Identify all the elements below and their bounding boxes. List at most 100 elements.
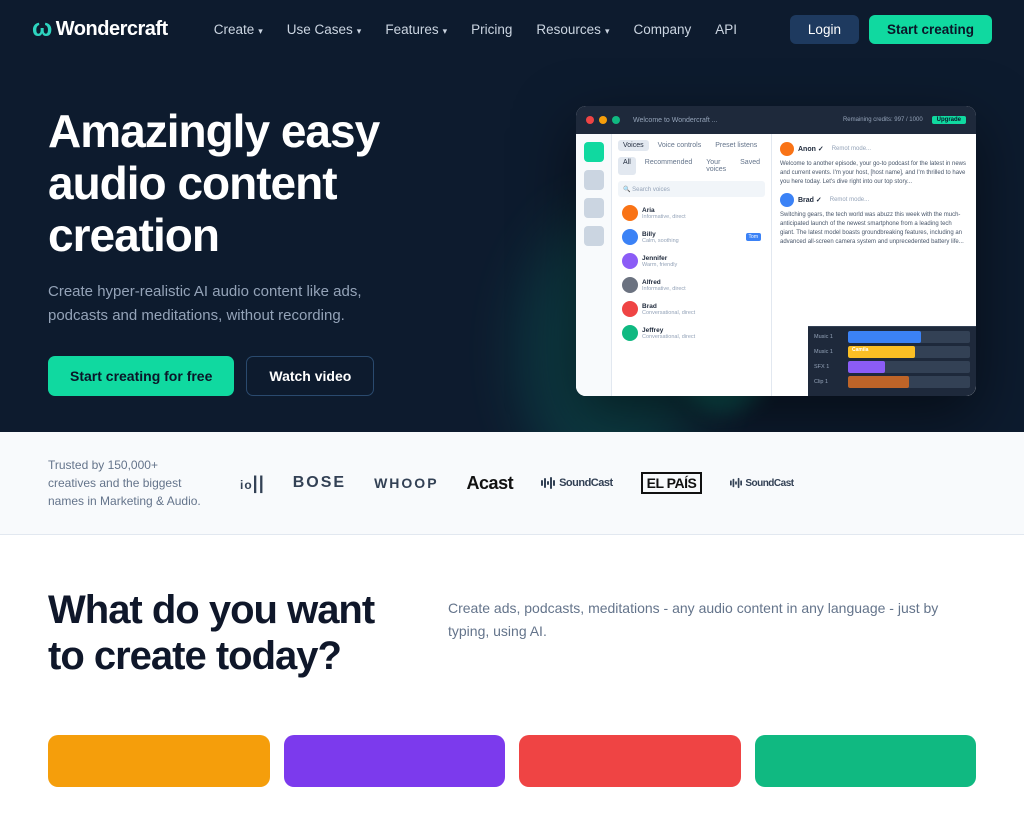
hero-subtitle: Create hyper-realistic AI audio content … (48, 280, 388, 328)
what-left: What do you want to create today? (48, 587, 388, 699)
card-purple[interactable] (284, 735, 506, 787)
search-placeholder-text: 🔍 Search voices (623, 186, 670, 193)
track-label-3: SFX 1 (814, 364, 844, 370)
timeline-track-4: Clip 1 (814, 376, 970, 388)
cards-row (0, 735, 1024, 819)
sub-tab-recommended[interactable]: Recommended (640, 157, 697, 175)
nav-item-create[interactable]: Create (204, 16, 273, 43)
upgrade-badge[interactable]: Upgrade (932, 116, 966, 124)
sub-tab-your-voices[interactable]: Your voices (701, 157, 731, 175)
mockup-body: Voices Voice controls Preset listens All… (576, 134, 976, 396)
voice-row-brad[interactable]: Brad Conversational, direct (618, 298, 765, 320)
voice-row-alfred[interactable]: Alfred Informative, direct (618, 274, 765, 296)
start-creating-free-button[interactable]: Start creating for free (48, 356, 234, 396)
speaker-avatar-2 (780, 193, 794, 207)
timeline-track-1: Music 1 (814, 331, 970, 343)
mockup-welcome-text: Welcome to another episode, your go-to p… (780, 160, 968, 187)
timeline-name-camila: Camila (852, 347, 868, 353)
track-bar-3[interactable] (848, 361, 970, 373)
voice-info-billy: Billy Calm, soothing (642, 231, 742, 244)
trusted-logos: io|| BOSE WHOOP Acast SoundCast EL PAÍS … (240, 472, 976, 494)
nav-item-usecases[interactable]: Use Cases (277, 16, 372, 43)
brand-name: Wondercraft (56, 18, 168, 41)
card-green[interactable] (755, 735, 977, 787)
record-mode-label-2: Remot mode... (830, 197, 869, 203)
nav-item-features[interactable]: Features (375, 16, 457, 43)
voice-tag-billy: Calm, soothing (642, 238, 742, 244)
login-button[interactable]: Login (790, 15, 859, 44)
mockup-sub-tabs: All Recommended Your voices Saved (618, 157, 765, 175)
voice-name-jeffrey: Jeffrey (642, 327, 761, 334)
card-yellow[interactable] (48, 735, 270, 787)
voice-row-jeffrey[interactable]: Jeffrey Conversational, direct (618, 322, 765, 344)
voice-row-billy[interactable]: Billy Calm, soothing Tom (618, 226, 765, 248)
mockup-search-input[interactable]: 🔍 Search voices (618, 181, 765, 197)
start-creating-button[interactable]: Start creating (869, 15, 992, 44)
logo-whoop: WHOOP (374, 475, 438, 491)
voice-tag-jennifer: Warm, friendly (642, 262, 761, 268)
mockup-title: Welcome to Wondercraft ... (633, 117, 718, 124)
logo-soundcast: SoundCast (541, 476, 613, 490)
voice-info-alfred: Alfred Informative, direct (642, 279, 761, 292)
speaker-name: Anon ✓ (798, 145, 824, 153)
sidebar-icon-3[interactable] (584, 198, 604, 218)
nav-links: Create Use Cases Features Pricing Resour… (204, 16, 790, 43)
sidebar-icon-4[interactable] (584, 226, 604, 246)
chevron-down-icon (357, 22, 362, 37)
timeline-track-3: SFX 1 (814, 361, 970, 373)
timeline-tracks: Music 1 Music 1 Camila (808, 327, 976, 395)
window-minimize-dot (599, 116, 607, 124)
what-title: What do you want to create today? (48, 587, 388, 679)
chevron-down-icon (258, 22, 263, 37)
logo-bose: BOSE (293, 474, 346, 492)
nav-item-resources[interactable]: Resources (526, 16, 619, 43)
sub-tab-saved[interactable]: Saved (735, 157, 765, 175)
speaker-header: Anon ✓ Remot mode... (780, 142, 968, 156)
card-red[interactable] (519, 735, 741, 787)
hero-title: Amazingly easy audio content creation (48, 106, 508, 262)
mockup-timeline: Music 1 Music 1 Camila (808, 326, 976, 396)
nav-item-api[interactable]: API (705, 16, 747, 43)
speaker-avatar (780, 142, 794, 156)
voice-name-jennifer: Jennifer (642, 255, 761, 262)
voice-info-brad: Brad Conversational, direct (642, 303, 761, 316)
speaker-header-2: Brad ✓ Remot mode... (780, 193, 968, 207)
mockup-topbar: Welcome to Wondercraft ... Remaining cre… (576, 106, 976, 134)
navbar: ω Wondercraft Create Use Cases Features … (0, 0, 1024, 58)
chevron-down-icon (443, 22, 448, 37)
tab-voice-controls[interactable]: Voice controls (653, 140, 707, 151)
voice-info-aria: Aria Informative, direct (642, 207, 761, 220)
avatar-alfred (622, 277, 638, 293)
track-label-4: Clip 1 (814, 379, 844, 385)
track-label-2: Music 1 (814, 349, 844, 355)
sub-tab-all[interactable]: All (618, 157, 636, 175)
logo-ion: io|| (240, 474, 265, 492)
voice-name-brad: Brad (642, 303, 761, 310)
track-bar-4[interactable] (848, 376, 970, 388)
timeline-track-2: Music 1 Camila (814, 346, 970, 358)
voice-row-jennifer[interactable]: Jennifer Warm, friendly (618, 250, 765, 272)
voice-tag-aria: Informative, direct (642, 214, 761, 220)
nav-item-company[interactable]: Company (623, 16, 701, 43)
sidebar-icon-2[interactable] (584, 170, 604, 190)
nav-item-pricing[interactable]: Pricing (461, 16, 522, 43)
trusted-text: Trusted by 150,000+ creatives and the bi… (48, 456, 208, 510)
hero-buttons: Start creating for free Watch video (48, 356, 508, 396)
sidebar-voices-icon[interactable] (584, 142, 604, 162)
mockup-content-text: Switching gears, the tech world was abuz… (780, 211, 968, 247)
app-mockup: Welcome to Wondercraft ... Remaining cre… (576, 106, 976, 396)
voice-row-aria[interactable]: Aria Informative, direct (618, 202, 765, 224)
what-right: Create ads, podcasts, meditations - any … (448, 587, 976, 671)
soundcast2-waveform-icon (730, 477, 742, 489)
track-bar-1[interactable] (848, 331, 970, 343)
bar-fill-1 (848, 331, 921, 343)
avatar-aria (622, 205, 638, 221)
track-bar-2[interactable]: Camila (848, 346, 970, 358)
logo[interactable]: ω Wondercraft (32, 15, 168, 43)
tab-preset-listens[interactable]: Preset listens (710, 140, 762, 151)
speaker-name-2: Brad ✓ (798, 196, 822, 204)
voice-info-jennifer: Jennifer Warm, friendly (642, 255, 761, 268)
tab-voices[interactable]: Voices (618, 140, 649, 151)
voice-name-aria: Aria (642, 207, 761, 214)
watch-video-button[interactable]: Watch video (246, 356, 374, 396)
